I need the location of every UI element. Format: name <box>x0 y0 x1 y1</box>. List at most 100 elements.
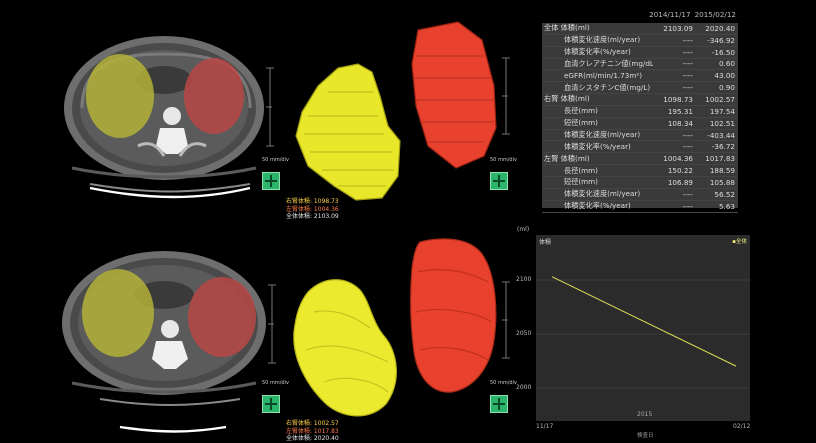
table-row: 血清クレアチニン値(mg/dL) ---- 0.60 <box>542 59 738 71</box>
row-value-2: 105.88 <box>709 177 735 187</box>
table-row: eGFR(ml/min/1.73m²) ---- 43.00 <box>542 70 738 83</box>
chart-plot-area: 体積 ▪全体 <box>536 235 750 421</box>
left-kidney-mesh <box>411 21 497 169</box>
volume-legend-bottom: 右腎体積: 1002.57 左腎体積: 1017.83 全体体積: 2020.4… <box>286 420 339 443</box>
left-kidney-volume-top: 左腎体積: 1004.36 <box>286 205 339 213</box>
row-label: 長径(mm) <box>564 165 598 175</box>
row-value-2: 102.51 <box>709 118 735 128</box>
table-row: 体積変化速度(ml/year) ---- -346.92 <box>542 35 738 47</box>
right-kidney-overlay <box>86 54 154 138</box>
total-volume-top: 全体体積: 2103.09 <box>286 213 339 220</box>
chart-xlabel: 検査日 <box>637 433 654 439</box>
x-category-first: 11/17 <box>536 423 554 430</box>
row-value-2: 1002.57 <box>705 94 735 104</box>
right-kidney-overlay-bottom <box>82 269 154 357</box>
row-label: 体積変化率(%/year) <box>564 47 631 57</box>
x-year-label: 2015 <box>637 411 653 418</box>
row-value-2: -36.72 <box>711 142 735 152</box>
row-value-1: ---- <box>682 83 693 93</box>
ct-image-bottom <box>62 251 276 433</box>
table-row: 体積変化速度(ml/year) ---- 56.52 <box>542 189 738 201</box>
row-value-1: 195.31 <box>667 106 693 116</box>
table-row: 体積変化率(%/year) ---- 5.63 <box>542 201 738 213</box>
table-date-header: 2014/11/17 2015/02/12 <box>542 10 738 23</box>
chart-ylabel: (ml) <box>517 226 530 233</box>
row-label: 体積変化率(%/year) <box>564 141 631 151</box>
kidney-3d-bottom[interactable] <box>284 232 520 424</box>
row-label: 血清クレアチニン値(mg/dL) <box>564 58 653 68</box>
row-value-2: -16.50 <box>711 47 735 57</box>
left-kidney-overlay <box>184 58 244 134</box>
row-value-1: ---- <box>682 189 693 199</box>
table-row: 血清シスタチンC値(mg/L) ---- 0.90 <box>542 82 738 95</box>
row-value-1: 1098.73 <box>663 94 693 104</box>
row-label: eGFR(ml/min/1.73m²) <box>564 71 643 81</box>
y-tick-label: 2050 <box>516 330 532 338</box>
total-volume-bottom: 全体体積: 2020.40 <box>286 435 339 442</box>
series-line <box>551 276 737 367</box>
row-value-2: 2020.40 <box>705 23 735 33</box>
ct-slice-bottom[interactable] <box>60 245 288 443</box>
row-value-2: 0.90 <box>718 83 735 93</box>
y-tick-label: 2000 <box>516 384 532 392</box>
chart-svg <box>536 276 750 389</box>
row-label: 左腎 体積(ml) <box>544 153 590 163</box>
volume-chart[interactable]: (ml) 体積 ▪全体 11/17 02/12 2015 検査日 2000 205… <box>513 225 753 440</box>
kidney-render-top <box>295 21 510 201</box>
row-label: 短径(mm) <box>564 177 598 187</box>
scale-label-top-3d: 50 mm/div <box>490 157 517 163</box>
table-row: 全体 体積(ml) 2103.09 2020.40 <box>542 23 738 35</box>
row-value-1: 2103.09 <box>663 23 693 33</box>
table-row: 体積変化率(%/year) ---- -36.72 <box>542 141 738 154</box>
scale-label-top-ct: 50 mm/div <box>262 157 289 163</box>
left-kidney-overlay-bottom <box>188 277 256 357</box>
row-label: 右腎 体積(ml) <box>544 94 590 104</box>
right-kidney-mesh <box>295 63 401 201</box>
row-value-2: -403.44 <box>707 130 735 140</box>
table-row: 左腎 体積(ml) 1004.36 1017.83 <box>542 153 738 166</box>
row-value-1: ---- <box>682 35 693 45</box>
row-label: 血清シスタチンC値(mg/L) <box>564 82 651 92</box>
ct-slice-top[interactable] <box>60 18 288 218</box>
table-body: 全体 体積(ml) 2103.09 2020.40 体積変化速度(ml/year) --… <box>542 23 738 213</box>
row-value-1: ---- <box>682 142 693 152</box>
table-row: 短径(mm) 108.34 102.51 <box>542 118 738 130</box>
y-tick-label: 2100 <box>516 276 532 284</box>
row-label: 体積変化率(%/year) <box>564 201 631 211</box>
row-value-1: ---- <box>682 59 693 69</box>
table-row: 短径(mm) 106.89 105.88 <box>542 177 738 189</box>
measurement-table: 2014/11/17 2015/02/12 全体 体積(ml) 2103.09 20… <box>542 10 738 213</box>
table-row: 長径(mm) 195.31 197.54 <box>542 106 738 118</box>
row-value-2: -346.92 <box>707 35 735 45</box>
row-value-2: 0.60 <box>718 59 735 69</box>
row-label: 体積変化速度(ml/year) <box>564 130 641 140</box>
table-row: 右腎 体積(ml) 1098.73 1002.57 <box>542 94 738 106</box>
row-value-2: 188.59 <box>709 166 735 176</box>
row-value-1: ---- <box>682 71 693 81</box>
x-category-last: 02/12 <box>733 423 751 430</box>
ct-image-top <box>64 36 274 199</box>
row-value-2: 1017.83 <box>705 154 735 164</box>
orientation-cube-bottom-3d[interactable] <box>490 395 508 413</box>
table-row: 長径(mm) 150.22 188.59 <box>542 165 738 177</box>
date-col-1: 2014/11/17 <box>649 10 691 19</box>
table-row: 体積変化速度(ml/year) ---- -403.44 <box>542 130 738 142</box>
row-value-1: 106.89 <box>667 177 693 187</box>
orientation-cube-top-ct[interactable] <box>262 172 280 190</box>
left-kidney-mesh-bottom <box>410 238 497 393</box>
right-kidney-volume-top: 右腎体積: 1098.73 <box>286 198 339 205</box>
row-label: 長径(mm) <box>564 106 598 116</box>
table-row: 体積変化率(%/year) ---- -16.50 <box>542 47 738 59</box>
row-label: 体積変化速度(ml/year) <box>564 35 641 45</box>
row-value-2: 197.54 <box>709 106 735 116</box>
right-kidney-volume-bottom: 右腎体積: 1002.57 <box>286 420 339 427</box>
row-value-1: 108.34 <box>667 118 693 128</box>
kidney-render-bottom <box>293 238 510 417</box>
kidney-3d-top[interactable] <box>288 16 520 226</box>
orientation-cube-top-3d[interactable] <box>490 172 508 190</box>
orientation-cube-bottom-ct[interactable] <box>262 395 280 413</box>
row-label: 全体 体積(ml) <box>544 23 590 33</box>
volume-legend-top: 右腎体積: 1098.73 左腎体積: 1004.36 全体体積: 2103.0… <box>286 198 339 221</box>
left-kidney-volume-bottom: 左腎体積: 1017.83 <box>286 427 339 435</box>
date-col-2: 2015/02/12 <box>694 10 736 19</box>
